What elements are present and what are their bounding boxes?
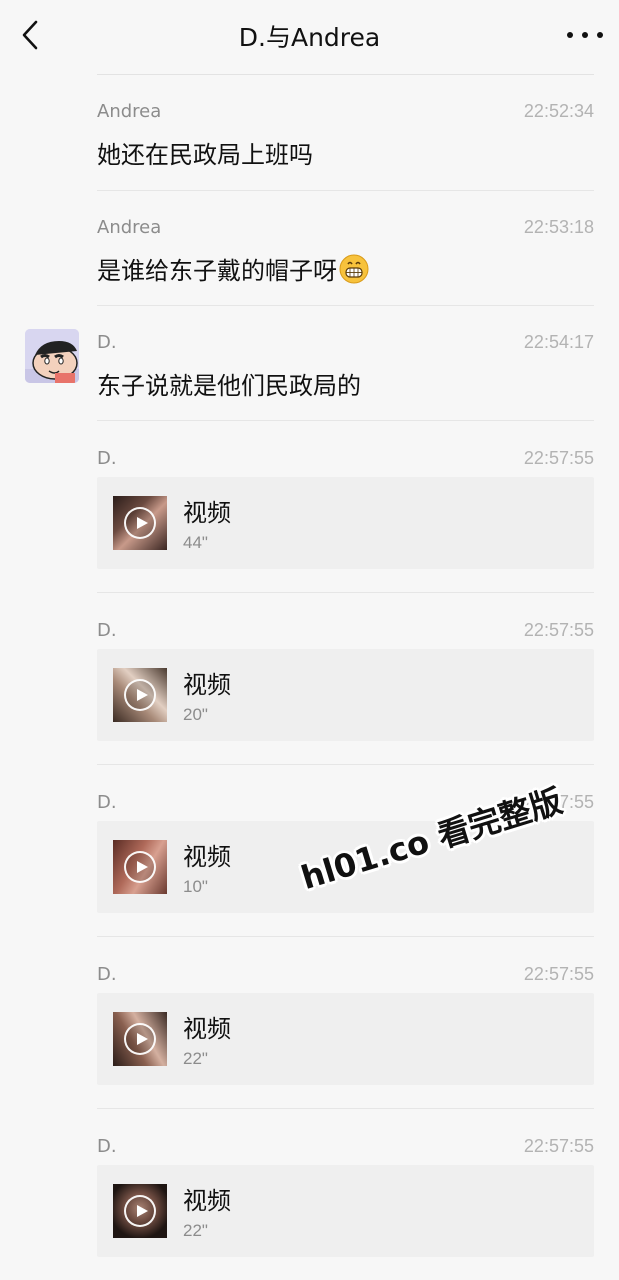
- avatar[interactable]: [25, 329, 79, 383]
- cartoon-boy-avatar-icon: [25, 329, 79, 383]
- video-thumbnail: [113, 1012, 167, 1066]
- play-icon: [124, 679, 156, 711]
- message-time: 22:54:17: [523, 332, 594, 352]
- sender-name: D.: [97, 1136, 117, 1157]
- message-time: 22:57:55: [523, 620, 594, 640]
- message-text: 她还在民政局上班吗: [97, 141, 313, 169]
- sender-name: Andrea: [97, 101, 162, 122]
- sender-name: D.: [97, 620, 117, 641]
- video-duration: 22": [183, 1049, 208, 1068]
- video-duration: 44": [183, 533, 208, 552]
- sender-name: D.: [97, 332, 117, 353]
- divider: [97, 764, 594, 765]
- divider: [97, 190, 594, 191]
- video-label: 视频: [183, 1015, 231, 1043]
- play-icon: [124, 507, 156, 539]
- message-time: 22:52:34: [523, 101, 594, 121]
- video-thumbnail: [113, 840, 167, 894]
- nav-bar: D.与Andrea: [0, 0, 619, 70]
- video-card[interactable]: 视频 20": [97, 649, 594, 741]
- divider: [97, 420, 594, 421]
- play-icon: [124, 1023, 156, 1055]
- sender-name: D.: [97, 792, 117, 813]
- message-time: 22:57:55: [523, 448, 594, 468]
- divider: [97, 305, 594, 306]
- divider: [97, 592, 594, 593]
- video-duration: 20": [183, 705, 208, 724]
- video-duration: 10": [183, 877, 208, 896]
- video-label: 视频: [183, 1187, 231, 1215]
- grinning-face-emoji-icon: [339, 254, 369, 284]
- video-thumbnail: [113, 668, 167, 722]
- video-label: 视频: [183, 843, 231, 871]
- video-duration: 22": [183, 1221, 208, 1240]
- more-dots-icon: [567, 32, 573, 38]
- sender-name: D.: [97, 448, 117, 469]
- video-card[interactable]: 视频 22": [97, 993, 594, 1085]
- video-card[interactable]: 视频 44": [97, 477, 594, 569]
- message-time: 22:57:55: [523, 964, 594, 984]
- video-label: 视频: [183, 499, 231, 527]
- message-time: 22:57:55: [523, 1136, 594, 1156]
- divider: [97, 74, 594, 75]
- message-text: 是谁给东子戴的帽子呀: [97, 251, 369, 286]
- play-icon: [124, 851, 156, 883]
- video-thumbnail: [113, 496, 167, 550]
- video-card[interactable]: 视频 22": [97, 1165, 594, 1257]
- chat-title: D.与Andrea: [238, 23, 381, 52]
- play-icon: [124, 1195, 156, 1227]
- sender-name: Andrea: [97, 217, 162, 238]
- divider: [97, 1108, 594, 1109]
- message-text: 东子说就是他们民政局的: [97, 372, 361, 400]
- video-thumbnail: [113, 1184, 167, 1238]
- divider: [97, 936, 594, 937]
- video-label: 视频: [183, 671, 231, 699]
- more-button[interactable]: [567, 22, 603, 48]
- sender-name: D.: [97, 964, 117, 985]
- message-time: 22:53:18: [523, 217, 594, 237]
